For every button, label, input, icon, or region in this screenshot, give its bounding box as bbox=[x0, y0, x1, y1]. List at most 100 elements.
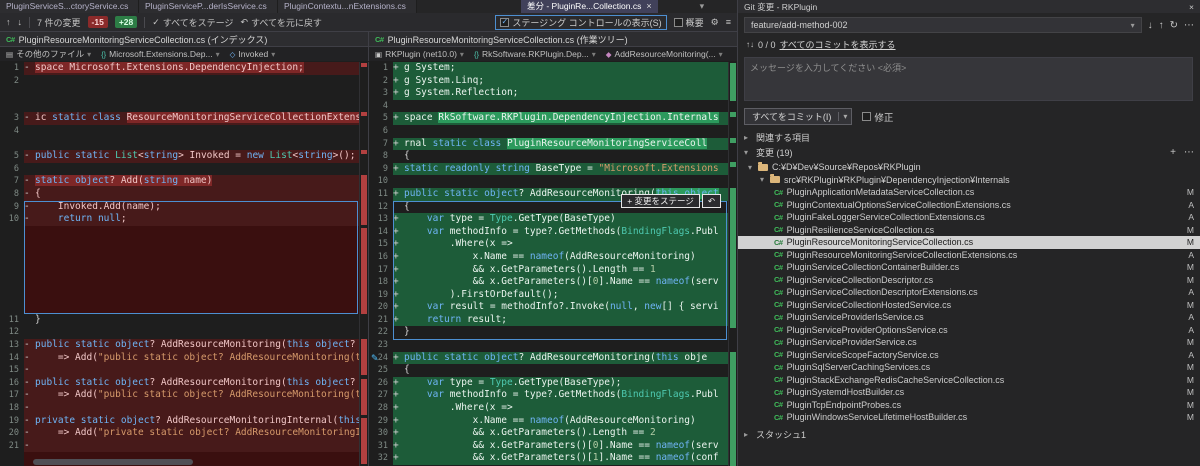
code-line[interactable]: 27 + var methodInfo = type?.GetMethods(Bi… bbox=[369, 389, 737, 403]
code-line[interactable]: 24 + public static object? AddResourceMoni… bbox=[369, 351, 737, 365]
code-line[interactable]: 9- Invoked.Add(name); bbox=[0, 200, 368, 214]
changed-file-row[interactable]: C# PluginServiceCollectionDescriptorExten… bbox=[738, 286, 1200, 299]
gear-icon[interactable]: ⚙ bbox=[711, 17, 719, 28]
summary-toggle[interactable]: 概要 bbox=[673, 16, 704, 29]
code-line[interactable]: 3- ic static class ResourceMonitoringServ… bbox=[0, 112, 368, 125]
code-line[interactable]: 6 bbox=[0, 163, 368, 176]
push-icon[interactable]: ↑ bbox=[1159, 20, 1164, 31]
diff-right-editor[interactable]: 1 + g System; 2 + g System.Linq; 3 + g System.Re… bbox=[368, 62, 737, 466]
file-tab[interactable]: PluginContextu...nExtensions.cs bbox=[278, 0, 417, 13]
code-line[interactable]: 23 bbox=[369, 339, 737, 352]
code-line[interactable]: 7- static object? Add(string name) bbox=[0, 175, 368, 188]
next-difference-icon[interactable]: ↓ bbox=[18, 17, 23, 27]
code-line[interactable]: 28 + .Where(x => bbox=[369, 402, 737, 415]
code-line[interactable]: 15- bbox=[0, 364, 368, 377]
file-tab[interactable]: PluginServiceS...ctoryService.cs bbox=[0, 0, 139, 13]
code-line[interactable]: 13- public static object? AddResourceMoni… bbox=[0, 339, 368, 352]
code-line[interactable]: 25{ bbox=[369, 364, 737, 377]
code-line[interactable]: 18- bbox=[0, 402, 368, 415]
code-line[interactable]: 22} bbox=[369, 326, 737, 339]
branch-selector[interactable]: feature/add-method-002 ▾ bbox=[744, 17, 1142, 33]
commit-options-chevron-icon[interactable]: ▾ bbox=[838, 112, 851, 121]
breadcrumb-item[interactable]: ▤ その他のファイル ▾ bbox=[6, 48, 91, 60]
changed-file-row[interactable]: C# PluginStackExchangeRedisCacheServiceCo… bbox=[738, 374, 1200, 387]
horizontal-scrollbar[interactable] bbox=[33, 459, 193, 465]
code-line[interactable] bbox=[0, 138, 368, 151]
changed-file-row[interactable]: C# PluginServiceProviderIsService.cs A bbox=[738, 311, 1200, 324]
related-items-section[interactable]: ▸ 関連する項目 bbox=[738, 131, 1200, 144]
code-line[interactable] bbox=[0, 301, 368, 314]
menu-icon[interactable]: ≡ bbox=[726, 17, 731, 27]
previous-difference-icon[interactable]: ↑ bbox=[6, 17, 11, 27]
changed-file-row[interactable]: C# PluginSystemdHostBuilder.cs M bbox=[738, 386, 1200, 399]
code-line[interactable]: 14- => Add("public static object? AddRes… bbox=[0, 351, 368, 365]
code-line[interactable] bbox=[0, 263, 368, 277]
code-line[interactable]: 3 + g System.Reflection; bbox=[369, 87, 737, 100]
commit-message-input[interactable] bbox=[744, 57, 1193, 101]
code-line[interactable]: 2 bbox=[0, 75, 368, 88]
code-line[interactable]: 2 + g System.Linq; bbox=[369, 74, 737, 88]
code-line[interactable]: 29 + x.Name == nameof(AddResourceMonitori… bbox=[369, 414, 737, 428]
code-line[interactable]: 26 + var type = Type.GetType(BaseType); bbox=[369, 376, 737, 390]
diff-left-editor[interactable]: 1- space Microsoft.Extensions.DependencyI… bbox=[0, 62, 368, 466]
code-line[interactable]: 1 + g System; bbox=[369, 62, 737, 75]
code-line[interactable]: 30 + && x.GetParameters().Length == 2 bbox=[369, 427, 737, 440]
code-line[interactable]: 1- space Microsoft.Extensions.DependencyI… bbox=[0, 62, 368, 75]
code-line[interactable]: 20 + var result = methodInfo?.Invoke(null… bbox=[369, 301, 737, 314]
changed-file-row[interactable]: C# PluginServiceCollectionDescriptor.cs M bbox=[738, 274, 1200, 287]
stage-change-button[interactable]: + 変更をステージ bbox=[621, 194, 700, 208]
breadcrumb-item[interactable]: ▣ RKPlugin (net10.0) ▾ bbox=[375, 49, 464, 59]
refresh-icon[interactable]: ↻ bbox=[1170, 20, 1178, 31]
code-line[interactable] bbox=[0, 100, 368, 113]
changed-file-row[interactable]: C# PluginWindowsServiceLifetimeHostBuilde… bbox=[738, 411, 1200, 424]
code-line[interactable]: 31 + && x.GetParameters()[0].Name == name… bbox=[369, 439, 737, 453]
code-line[interactable] bbox=[0, 225, 368, 239]
ellipsis-icon[interactable]: ⋯ bbox=[1184, 147, 1194, 158]
breadcrumb-item[interactable]: ◇ Invoked ▾ bbox=[230, 49, 276, 59]
changed-file-row[interactable]: C# PluginFakeLoggerServiceCollectionExten… bbox=[738, 211, 1200, 224]
changed-file-row[interactable]: C# PluginSqlServerCachingServices.cs M bbox=[738, 361, 1200, 374]
code-line[interactable]: 9 + static readonly string BaseType = "Mic… bbox=[369, 162, 737, 176]
changed-file-row[interactable]: C# PluginResourceMonitoringServiceCollect… bbox=[738, 249, 1200, 262]
code-line[interactable]: 11} bbox=[0, 314, 368, 327]
code-line[interactable]: 14 + var methodInfo = type?.GetMethods(Bi… bbox=[369, 225, 737, 239]
commit-all-button[interactable]: すべてをコミット(I) ▾ bbox=[744, 108, 853, 125]
code-line[interactable] bbox=[0, 288, 368, 302]
code-line[interactable]: 10- return null; bbox=[0, 213, 368, 226]
code-line[interactable]: 5 + space RkSoftware.RKPlugin.DependencyIn… bbox=[369, 112, 737, 125]
undo-change-icon[interactable]: ↶ bbox=[701, 194, 721, 208]
changed-file-row[interactable]: C# PluginResourceMonitoringServiceCollect… bbox=[738, 236, 1200, 249]
code-line[interactable]: 8{ bbox=[369, 150, 737, 163]
changed-file-row[interactable]: C# PluginContextualOptionsServiceCollecti… bbox=[738, 199, 1200, 212]
code-line[interactable]: 4 bbox=[369, 100, 737, 113]
code-line[interactable] bbox=[0, 87, 368, 100]
code-line[interactable]: 15 + .Where(x => bbox=[369, 238, 737, 251]
changed-file-row[interactable]: C# PluginTcpEndpointProbes.cs M bbox=[738, 399, 1200, 412]
code-line[interactable]: 16 + x.Name == nameof(AddResourceMonitori… bbox=[369, 250, 737, 264]
code-line[interactable]: 6 bbox=[369, 125, 737, 138]
right-overview-ruler[interactable] bbox=[728, 62, 737, 466]
changed-file-row[interactable]: C# PluginServiceCollectionContainerBuilde… bbox=[738, 261, 1200, 274]
close-icon[interactable]: × bbox=[1189, 2, 1194, 12]
code-line[interactable]: 20- => Add("private static object? AddRe… bbox=[0, 427, 368, 440]
code-line[interactable]: 7 + rnal static class PluginResourceMonito… bbox=[369, 137, 737, 151]
changed-file-row[interactable]: C# PluginServiceCollectionHostedService.c… bbox=[738, 299, 1200, 312]
code-line[interactable]: 19 + ).FirstOrDefault(); bbox=[369, 288, 737, 302]
tab-overflow-icon[interactable]: ▾ bbox=[700, 0, 705, 13]
changed-file-row[interactable]: C# PluginServiceScopeFactoryService.cs A bbox=[738, 349, 1200, 362]
stash-section[interactable]: ▸ スタッシュ1 bbox=[738, 428, 1200, 441]
code-line[interactable]: 32 + && x.GetParameters()[1].Name == name… bbox=[369, 452, 737, 465]
fetch-icon[interactable]: ↓ bbox=[1148, 20, 1153, 31]
breadcrumb-item[interactable]: ◆ AddResourceMonitoring(... ▾ bbox=[606, 49, 723, 59]
changes-section-header[interactable]: ▾ 変更 (19) + ⋯ bbox=[738, 146, 1200, 159]
code-line[interactable]: 17- => Add("public static object? AddRes… bbox=[0, 389, 368, 403]
code-line[interactable] bbox=[0, 238, 368, 251]
code-line[interactable] bbox=[0, 276, 368, 289]
code-line[interactable]: 13 + var type = Type.GetType(BaseType) bbox=[369, 213, 737, 226]
changed-file-row[interactable]: C# PluginServiceProviderOptionsService.cs… bbox=[738, 324, 1200, 337]
sub-folder-row[interactable]: ▾ src¥RKPlugin¥RKPlugin¥DependencyInject… bbox=[738, 174, 1200, 187]
close-icon[interactable]: × bbox=[646, 0, 651, 13]
code-line[interactable]: 5- public static List<string> Invoked = n… bbox=[0, 150, 368, 163]
stage-all-plus-icon[interactable]: + bbox=[1170, 147, 1176, 158]
code-line[interactable]: 18 + && x.GetParameters()[0].Name == name… bbox=[369, 276, 737, 289]
